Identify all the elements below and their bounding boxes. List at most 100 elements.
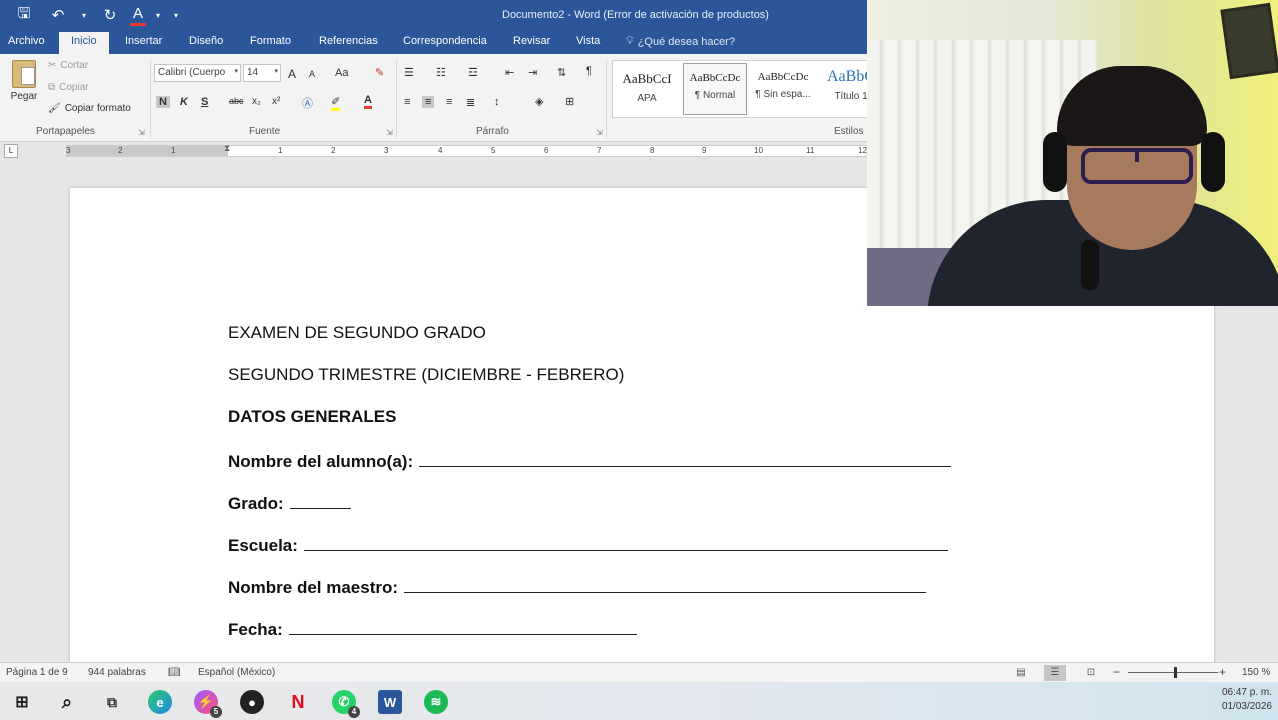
style-sample: AaBbCcDc (689, 72, 741, 84)
style-name: ¶ Sin espa... (755, 89, 811, 100)
line-spacing-icon[interactable]: ↕ (494, 96, 500, 108)
superscript-button[interactable]: x² (272, 96, 280, 107)
ruler-number: 1 (171, 146, 176, 155)
obs-icon[interactable]: ● (240, 690, 264, 714)
save-icon[interactable]: 🖫 (10, 4, 38, 26)
netflix-icon[interactable]: N (286, 690, 310, 714)
zoom-level[interactable]: 150 % (1242, 667, 1270, 678)
highlight-icon[interactable]: ✐ (331, 95, 341, 111)
shading-icon[interactable]: ◈ (535, 95, 543, 108)
style-name: Título 1 (834, 91, 868, 102)
tab-revisar[interactable]: Revisar (513, 35, 550, 47)
align-right-icon[interactable]: ≡ (446, 96, 452, 108)
search-icon[interactable]: ⌕ (55, 690, 79, 714)
bullets-icon[interactable]: ☰ (404, 66, 414, 79)
style-heading-1[interactable]: AaBbC Título 1 (819, 63, 868, 115)
tab-formato[interactable]: Formato (250, 35, 291, 47)
blank-line (288, 618, 637, 635)
justify-icon[interactable]: ≣ (466, 96, 475, 109)
read-mode-icon[interactable]: ▤ (1010, 665, 1032, 681)
align-center-icon[interactable]: ≡ (422, 96, 435, 108)
tab-archivo[interactable]: Archivo (8, 35, 45, 47)
tab-inicio[interactable]: Inicio (59, 32, 109, 54)
ruler-number: 11 (806, 146, 815, 155)
clipboard-icon (12, 60, 36, 88)
paragraph-launcher-icon[interactable]: ⇲ (596, 128, 603, 137)
format-painter-button[interactable]: 🖌︎ Copiar formato (48, 103, 131, 114)
borders-icon[interactable]: ⊞ (565, 95, 574, 108)
web-layout-icon[interactable]: ⊡ (1080, 665, 1102, 681)
webcam-overlay (867, 0, 1278, 306)
word-count[interactable]: 944 palabras (88, 667, 146, 678)
font-color-qat-icon[interactable]: A (130, 4, 146, 26)
tab-insertar[interactable]: Insertar (125, 35, 162, 47)
underline-button[interactable]: S (201, 96, 208, 108)
whatsapp-icon[interactable]: ✆ 4 (332, 690, 360, 718)
clock[interactable]: 06:47 p. m. 01/03/2026 (1222, 686, 1272, 714)
copy-button[interactable]: ⧉ Copiar (48, 82, 89, 93)
subscript-button[interactable]: x₂ (252, 96, 261, 107)
language[interactable]: Español (México) (198, 667, 275, 678)
bold-button[interactable]: N (156, 96, 170, 108)
sort-icon[interactable]: ⇅ (557, 66, 566, 79)
tab-referencias[interactable]: Referencias (319, 35, 378, 47)
grow-font-button[interactable]: A (288, 67, 296, 81)
indent-marker-icon[interactable]: ⧗ (224, 143, 230, 154)
tab-selector[interactable]: L (4, 144, 18, 158)
clock-time: 06:47 p. m. (1221, 687, 1272, 698)
font-launcher-icon[interactable]: ⇲ (386, 128, 393, 137)
ruler-number: 3 (384, 146, 389, 155)
decrease-indent-icon[interactable]: ⇤ (505, 66, 514, 79)
style-apa[interactable]: AaBbCcI APA (615, 63, 679, 115)
field-label: Nombre del maestro: (228, 578, 399, 597)
text-effects-icon[interactable]: Ⓐ (302, 95, 313, 111)
font-name-box[interactable]: Calibri (Cuerpo ▾ (154, 64, 241, 82)
italic-button[interactable]: K (180, 96, 188, 108)
doc-section-heading: DATOS GENERALES (228, 407, 397, 426)
customize-qat-icon[interactable]: ▾ (170, 4, 182, 26)
multilevel-list-icon[interactable]: ☲ (468, 66, 478, 79)
font-color-icon[interactable]: A (364, 94, 372, 109)
print-layout-icon[interactable]: ☰ (1044, 665, 1066, 681)
strikethrough-button[interactable]: abc (229, 96, 244, 106)
font-color-dropdown-icon[interactable]: ▾ (152, 4, 164, 26)
paste-button[interactable]: Pegar (8, 60, 40, 102)
edge-icon[interactable]: e (148, 690, 172, 714)
messenger-icon[interactable]: ⚡ 5 (194, 690, 222, 718)
align-left-icon[interactable]: ≡ (404, 96, 410, 108)
clipboard-launcher-icon[interactable]: ⇲ (138, 128, 145, 137)
word-icon[interactable]: W (378, 690, 402, 714)
style-normal[interactable]: AaBbCcDc ¶ Normal (683, 63, 747, 115)
tab-vista[interactable]: Vista (576, 35, 600, 47)
proofing-icon[interactable]: 📖︎ (168, 667, 181, 678)
tab-diseno[interactable]: Diseño (189, 35, 223, 47)
style-no-spacing[interactable]: AaBbCcDc ¶ Sin espa... (751, 63, 815, 115)
clear-format-icon[interactable]: ✎ (375, 66, 384, 79)
task-view-icon[interactable]: ⧉ (100, 690, 124, 714)
shrink-font-button[interactable]: A (309, 69, 315, 79)
windows-start-icon[interactable]: ⊞ (10, 690, 34, 714)
spotify-icon[interactable]: ≋ (424, 690, 448, 714)
cut-button[interactable]: ✂ Cortar (48, 60, 88, 71)
style-sample: AaBbCcDc (757, 71, 809, 83)
show-marks-icon[interactable]: ¶ (586, 65, 592, 77)
increase-indent-icon[interactable]: ⇥ (528, 66, 537, 79)
page-count[interactable]: Página 1 de 9 (6, 667, 68, 678)
change-case-button[interactable]: Aa (335, 67, 348, 79)
zoom-out-icon[interactable]: − (1113, 665, 1120, 679)
undo-dropdown-icon[interactable]: ▾ (78, 4, 90, 26)
styles-group-label: Estilos (834, 126, 864, 137)
zoom-slider-thumb[interactable] (1174, 667, 1177, 678)
tell-me-box[interactable]: 💡︎ ¿Qué desea hacer? (626, 35, 735, 48)
zoom-slider[interactable] (1128, 672, 1218, 673)
numbering-icon[interactable]: ☷ (436, 66, 446, 79)
font-size-box[interactable]: 14 ▾ (243, 64, 281, 82)
undo-icon[interactable]: ↶ (44, 4, 72, 26)
zoom-in-icon[interactable]: + (1219, 665, 1226, 679)
ruler-number: 6 (544, 146, 549, 155)
ruler-number: 2 (118, 146, 123, 155)
horizontal-ruler[interactable]: 3 2 1 1 2 3 4 5 6 7 8 9 10 11 12 ⧗ (66, 143, 867, 157)
headset-right (1201, 132, 1225, 192)
redo-icon[interactable]: ↻ (96, 4, 124, 26)
tab-correspondencia[interactable]: Correspondencia (403, 35, 487, 47)
